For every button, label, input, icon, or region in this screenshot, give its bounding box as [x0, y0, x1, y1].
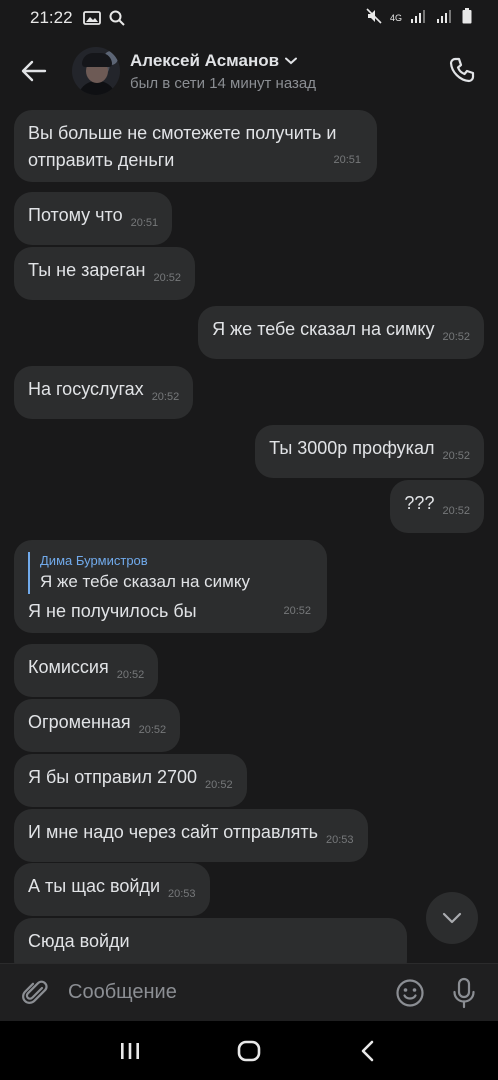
chevron-down-icon	[442, 912, 462, 924]
message-time: 20:52	[151, 391, 180, 403]
phone-icon	[449, 57, 475, 83]
emoji-button[interactable]	[390, 973, 430, 1013]
status-time: 21:22	[30, 8, 73, 27]
recent-apps-button[interactable]	[105, 1026, 155, 1076]
message-time: 20:52	[138, 724, 167, 736]
back-chevron-icon	[362, 1040, 374, 1061]
message-bubble[interactable]: На госуслугах 20:52	[14, 366, 194, 419]
message-text: Я бы отправил 2700	[28, 767, 198, 787]
system-nav-bar	[0, 1021, 498, 1080]
message-text: Ты не зареган	[28, 260, 146, 280]
recent-apps-icon	[120, 1042, 139, 1059]
message-input[interactable]	[68, 981, 390, 1004]
message-time: 20:52	[442, 450, 470, 462]
arrow-left-icon	[21, 60, 47, 82]
message-time: 20:51	[130, 217, 159, 229]
attach-button[interactable]	[16, 973, 56, 1013]
message-text: Потому что	[28, 205, 123, 225]
message-text: Ты 3000р профукал	[269, 438, 435, 458]
smile-icon	[396, 978, 424, 1007]
message-list[interactable]: Вы больше не смотежете получить и отправ…	[0, 106, 498, 963]
message-time: 20:52	[116, 669, 145, 681]
message-text: А ты щас войди	[28, 876, 160, 896]
message-text: Я же тебе сказал на симку	[212, 319, 435, 339]
home-button[interactable]	[224, 1026, 274, 1076]
message-time: 20:52	[442, 505, 470, 517]
avatar[interactable]	[72, 47, 120, 95]
message-bubble[interactable]: Ты 3000р профукал 20:52	[255, 425, 484, 478]
message-bubble[interactable]: Потому что 20:51	[14, 192, 173, 245]
status-right: 4G	[366, 7, 472, 29]
message-composer	[0, 963, 498, 1021]
message-text: На госуслугах	[28, 379, 144, 399]
reply-author: Дима Бурмистров	[40, 553, 148, 568]
home-icon	[237, 1040, 261, 1061]
peer-status: был в сети 14 минут назад	[130, 74, 316, 92]
message-time: 20:52	[205, 779, 233, 791]
message-time: 20:51	[333, 154, 361, 166]
status-bar: 21:22 4G	[0, 0, 498, 36]
gallery-icon	[82, 11, 101, 25]
message-bubble[interactable]: Ты не зареган 20:52	[14, 247, 196, 300]
message-text: отправить деньги	[28, 150, 175, 170]
message-bubble-reply[interactable]: Дима Бурмистров Я же тебе сказал на симк…	[14, 540, 327, 633]
voice-record-button[interactable]	[444, 973, 484, 1013]
mute-icon	[366, 7, 382, 29]
message-bubble[interactable]: Вы больше не смотежете получить и отправ…	[14, 110, 377, 182]
message-time: 20:52	[283, 605, 311, 617]
reply-quote[interactable]: Дима Бурмистров Я же тебе сказал на симк…	[28, 552, 313, 594]
message-bubble[interactable]: Огроменная 20:52	[14, 699, 181, 752]
back-button[interactable]	[16, 53, 52, 89]
chat-header: Алексей Асманов был в сети 14 минут наза…	[0, 36, 498, 106]
chat-screen: 21:22 4G Алексей Асманов был в сети 14 м…	[0, 0, 498, 1080]
paperclip-icon	[22, 980, 48, 1004]
message-bubble[interactable]: Комиссия 20:52	[14, 644, 159, 697]
peer-name: Алексей Асманов	[130, 50, 280, 70]
chevron-down-icon	[285, 57, 298, 64]
network-type-label: 4G	[389, 12, 402, 23]
message-text: Сюда войди	[28, 931, 130, 951]
message-text: И мне надо через сайт отправлять	[28, 822, 318, 842]
message-bubble[interactable]: ??? 20:52	[390, 480, 484, 533]
battery-icon	[462, 7, 472, 29]
message-time: 20:52	[153, 272, 182, 284]
message-bubble[interactable]: А ты щас войди 20:53	[14, 863, 210, 916]
message-bubble[interactable]: И мне надо через сайт отправлять 20:53	[14, 809, 368, 862]
call-button[interactable]	[444, 52, 480, 88]
message-text: Огроменная	[28, 712, 131, 732]
message-bubble[interactable]: Я же тебе сказал на симку 20:52	[198, 306, 484, 359]
message-text: Комиссия	[28, 657, 109, 677]
signal-icon	[410, 8, 428, 28]
search-icon	[109, 10, 125, 26]
message-time: 20:53	[325, 834, 354, 846]
back-nav-button[interactable]	[343, 1026, 393, 1076]
message-text: ???	[404, 493, 435, 513]
message-text: Вы больше не смотежете получить и	[28, 123, 337, 143]
message-time: 20:53	[168, 888, 196, 900]
message-bubble[interactable]: Я бы отправил 2700 20:52	[14, 754, 247, 807]
message-text: Я не получилось бы	[28, 601, 197, 621]
scroll-down-button[interactable]	[426, 892, 478, 944]
signal-2-icon	[436, 8, 454, 28]
peer-info[interactable]: Алексей Асманов был в сети 14 минут наза…	[130, 51, 316, 92]
message-bubble[interactable]: Сюда войди	[14, 918, 407, 963]
reply-text: Я же тебе сказал на симку	[40, 572, 250, 591]
microphone-icon	[453, 977, 475, 1008]
message-time: 20:52	[442, 331, 470, 343]
